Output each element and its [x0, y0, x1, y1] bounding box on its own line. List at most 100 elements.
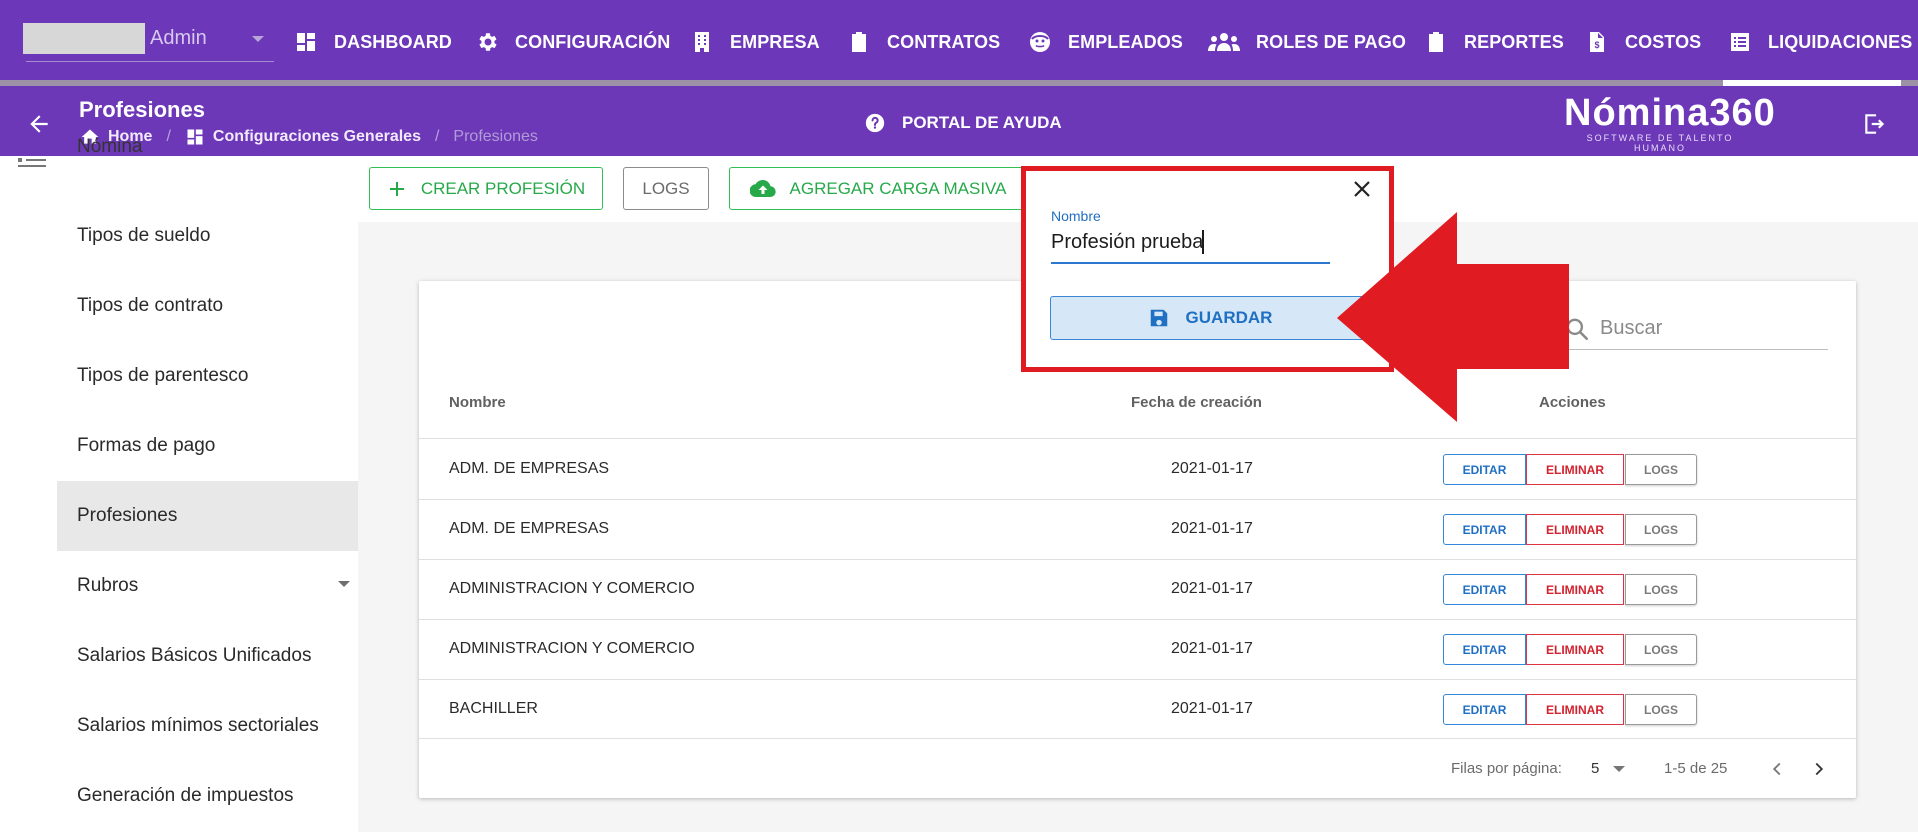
bulk-upload-button[interactable]: AGREGAR CARGA MASIVA	[729, 167, 1027, 210]
clipboard-icon	[852, 32, 866, 52]
cell-date: 2021-01-17	[1171, 580, 1253, 597]
row-logs-button[interactable]: LOGS	[1625, 694, 1697, 725]
name-field[interactable]: Profesión prueba	[1051, 231, 1203, 254]
dashboard-icon	[297, 33, 315, 51]
nav-reportes[interactable]: REPORTES	[1424, 24, 1564, 60]
edit-button[interactable]: EDITAR	[1443, 574, 1526, 605]
row-logs-button[interactable]: LOGS	[1625, 454, 1697, 485]
brand-logo-tagline: SOFTWARE DE TALENTO HUMANO	[1586, 133, 1734, 153]
breadcrumb-current: Profesiones	[453, 128, 538, 145]
nav-configuracion-label: CONFIGURACIÓN	[515, 31, 671, 52]
nav-costos[interactable]: $ COSTOS	[1585, 24, 1701, 60]
chevron-right-icon[interactable]	[1808, 758, 1830, 780]
logs-button-label: LOGS	[642, 178, 690, 198]
delete-button[interactable]: ELIMINAR	[1526, 514, 1624, 545]
edit-button[interactable]: EDITAR	[1443, 694, 1526, 725]
nav-roles-de-pago[interactable]: ROLES DE PAGO	[1208, 24, 1406, 60]
nav-roles-de-pago-label: ROLES DE PAGO	[1256, 31, 1406, 52]
page-title: Profesiones	[79, 97, 205, 122]
nav-empleados[interactable]: EMPLEADOS	[1028, 24, 1183, 60]
menu-list-icon	[18, 158, 46, 167]
column-header-date[interactable]: Fecha de creación	[1131, 394, 1262, 411]
rows-per-page-select[interactable]: 5	[1591, 760, 1599, 777]
row-divider	[419, 559, 1856, 560]
search-field[interactable]	[1564, 308, 1828, 350]
cell-date: 2021-01-17	[1171, 640, 1253, 657]
nav-contratos[interactable]: CONTRATOS	[847, 24, 1000, 60]
delete-button[interactable]: ELIMINAR	[1526, 694, 1624, 725]
cell-name: ADMINISTRACION Y COMERCIO	[449, 640, 695, 657]
cell-name: ADM. DE EMPRESAS	[449, 520, 610, 537]
back-arrow-icon[interactable]	[26, 111, 52, 137]
sidebar-item-salarios-minimos[interactable]: Salarios mínimos sectoriales	[57, 691, 358, 761]
help-portal-link[interactable]: PORTAL DE AYUDA	[864, 112, 1062, 134]
sidebar-item-rubros[interactable]: Rubros	[57, 551, 358, 621]
svg-text:$: $	[1594, 40, 1599, 50]
search-input[interactable]	[1600, 317, 1810, 340]
user-dropdown-caret-icon[interactable]	[252, 36, 264, 42]
nav-empresa-label: EMPRESA	[730, 31, 820, 52]
delete-button[interactable]: ELIMINAR	[1526, 454, 1624, 485]
breadcrumb-section[interactable]: Configuraciones Generales	[213, 128, 421, 146]
sidebar-item-tipos-de-parentesco[interactable]: Tipos de parentesco	[57, 341, 358, 411]
row-logs-button[interactable]: LOGS	[1625, 514, 1697, 545]
column-header-name[interactable]: Nombre	[449, 394, 506, 411]
dashboard-icon	[187, 129, 203, 145]
brand-logo: Nómina360 SOFTWARE DE TALENTO HUMANO	[1564, 92, 1776, 153]
cell-date: 2021-01-17	[1171, 460, 1253, 477]
pagination-range: 1-5 de 25	[1664, 760, 1728, 777]
logs-button[interactable]: LOGS	[623, 167, 709, 210]
help-icon	[865, 113, 885, 133]
delete-button[interactable]: ELIMINAR	[1526, 574, 1624, 605]
row-divider	[419, 679, 1856, 680]
sidebar-item-generacion-impuestos[interactable]: Generación de impuestos	[57, 761, 358, 831]
sidebar-group-nomina[interactable]: Nómina	[77, 136, 142, 158]
sidebar-item-label: Rubros	[77, 575, 139, 596]
face-icon	[1030, 32, 1050, 52]
annotation-arrow-icon	[1337, 212, 1569, 422]
sidebar-item-formas-de-pago[interactable]: Formas de pago	[57, 411, 358, 481]
cell-name: ADM. DE EMPRESAS	[449, 460, 610, 477]
brand-logo-name: Nómina360	[1564, 92, 1776, 134]
close-icon[interactable]	[1351, 178, 1373, 200]
nav-liquidaciones-label: LIQUIDACIONES	[1768, 31, 1913, 52]
nav-empresa[interactable]: EMPRESA	[690, 24, 820, 60]
sidebar-item-profesiones[interactable]: Profesiones	[57, 481, 358, 551]
nav-liquidaciones[interactable]: LIQUIDACIONES	[1728, 24, 1912, 60]
create-profession-button[interactable]: CREAR PROFESIÓN	[369, 167, 603, 210]
nav-dashboard[interactable]: DASHBOARD	[294, 24, 452, 60]
sidebar-item-tipos-de-contrato[interactable]: Tipos de contrato	[57, 271, 358, 341]
cell-date: 2021-01-17	[1171, 520, 1253, 537]
cell-name: ADMINISTRACION Y COMERCIO	[449, 580, 695, 597]
people-icon	[1208, 33, 1240, 51]
save-button[interactable]: GUARDAR	[1050, 296, 1370, 340]
cell-name: BACHILLER	[449, 700, 538, 717]
chevron-left-icon[interactable]	[1766, 758, 1788, 780]
edit-button[interactable]: EDITAR	[1443, 634, 1526, 665]
sidebar-item-salarios-basicos[interactable]: Salarios Básicos Unificados	[57, 621, 358, 691]
nav-reportes-label: REPORTES	[1464, 31, 1564, 52]
cloud-upload-icon	[749, 179, 776, 197]
user-name[interactable]: Admin	[150, 27, 207, 50]
sidebar-item-tipos-de-sueldo[interactable]: Tipos de sueldo	[57, 201, 358, 271]
save-button-label: GUARDAR	[1185, 308, 1273, 327]
row-logs-button[interactable]: LOGS	[1625, 574, 1697, 605]
plus-icon	[389, 181, 404, 196]
breadcrumb: Home / Configuraciones Generales / Profe…	[80, 127, 538, 147]
nav-contratos-label: CONTRATOS	[887, 31, 1001, 52]
bulk-upload-label: AGREGAR CARGA MASIVA	[789, 178, 1007, 198]
logout-icon[interactable]	[1862, 111, 1888, 137]
floppy-disk-icon	[1150, 309, 1167, 327]
row-divider	[419, 438, 1856, 439]
chevron-down-icon	[338, 581, 350, 587]
edit-button[interactable]: EDITAR	[1443, 454, 1526, 485]
list-icon	[1731, 33, 1749, 51]
row-logs-button[interactable]: LOGS	[1625, 634, 1697, 665]
chevron-down-icon[interactable]	[1613, 766, 1625, 772]
row-divider	[419, 499, 1856, 500]
edit-button[interactable]: EDITAR	[1443, 514, 1526, 545]
invoice-dollar-icon: $	[1590, 32, 1604, 52]
nav-configuracion[interactable]: CONFIGURACIÓN	[475, 24, 670, 60]
rows-per-page-label: Filas por página:	[1451, 760, 1562, 777]
delete-button[interactable]: ELIMINAR	[1526, 634, 1624, 665]
